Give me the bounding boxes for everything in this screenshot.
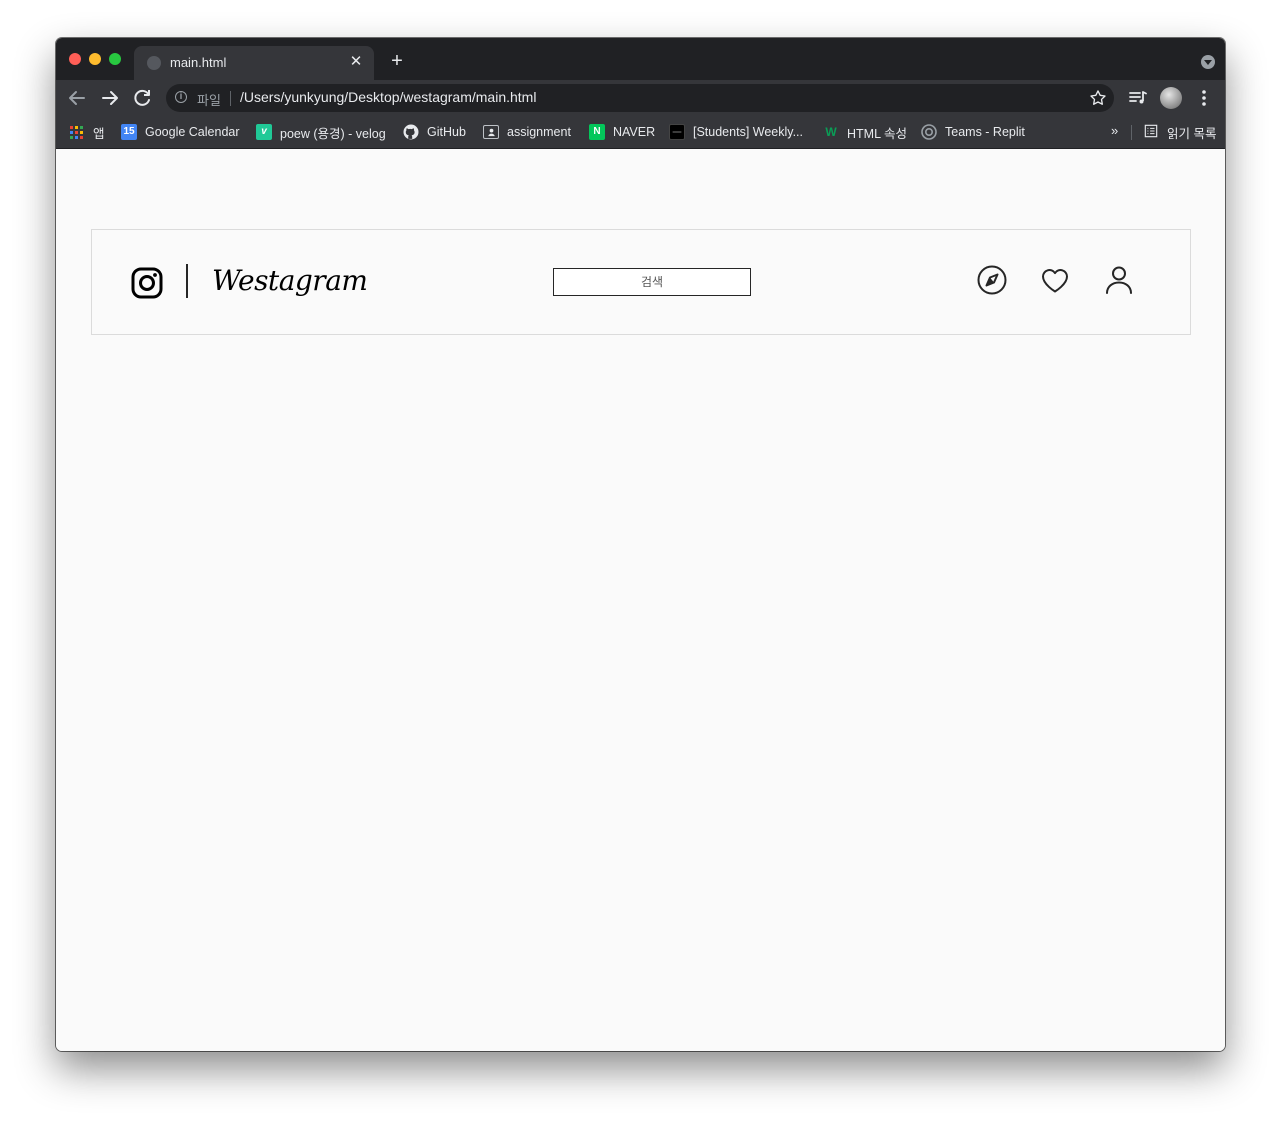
naver-icon: N [589, 124, 605, 140]
bookmark-html-attributes[interactable]: W HTML 속성 [823, 123, 907, 141]
bookmark-apps[interactable]: 앱 [70, 123, 105, 141]
info-icon[interactable]: i [175, 91, 187, 103]
bookmark-students-weekly[interactable]: [Students] Weekly... [669, 123, 803, 141]
instagram-icon[interactable] [131, 267, 163, 299]
close-tab-icon[interactable]: ✕ [346, 52, 366, 72]
calendar-icon: 15 [121, 124, 137, 140]
minimize-window-button[interactable] [89, 53, 101, 65]
bookmark-velog[interactable]: v poew (용경) - velog [256, 123, 386, 141]
playlist-icon [1129, 91, 1147, 104]
profile-avatar[interactable] [1160, 87, 1182, 109]
browser-menu-button[interactable] [1192, 86, 1216, 110]
westagram-wordmark[interactable]: Westagram [212, 264, 368, 297]
reading-list-label: 읽기 목록 [1167, 126, 1217, 141]
more-vertical-icon [1202, 90, 1206, 106]
bookmark-label: [Students] Weekly... [693, 125, 804, 139]
bookmark-label: Google Calendar [145, 125, 240, 139]
heart-icon[interactable] [1038, 263, 1072, 297]
bookmarks-overflow-button[interactable]: » [1111, 123, 1118, 138]
bookmark-assignment[interactable]: assignment [483, 123, 571, 141]
address-scheme: 파일 [197, 93, 221, 108]
close-window-button[interactable] [69, 53, 81, 65]
logo-divider [186, 264, 188, 298]
arrow-left-icon [69, 91, 85, 105]
compass-icon[interactable] [975, 263, 1009, 297]
weekly-icon [669, 124, 685, 140]
maximize-window-button[interactable] [109, 53, 121, 65]
bookmark-label: Teams - Replit [945, 125, 1025, 139]
bookmark-label: GitHub [427, 125, 466, 139]
bookmark-github[interactable]: GitHub [403, 123, 466, 141]
media-control-button[interactable] [1126, 86, 1150, 110]
reload-button[interactable] [130, 86, 154, 110]
tab-main[interactable]: main.html ✕ [134, 46, 374, 80]
address-separator [230, 91, 231, 106]
bookmarks-bar: 앱 15 Google Calendar v poew (용경) - velog… [56, 116, 1225, 149]
bookmark-label: HTML 속성 [847, 126, 908, 141]
classroom-icon [483, 125, 499, 139]
bookmarks-separator [1131, 125, 1132, 140]
apps-grid-icon [70, 125, 83, 139]
w-icon: W [825, 125, 837, 139]
tab-strip: main.html ✕ + [56, 38, 1225, 80]
bookmark-google-calendar[interactable]: 15 Google Calendar [121, 123, 240, 141]
bookmark-star-icon[interactable] [1088, 88, 1108, 108]
bookmark-label: NAVER [613, 125, 656, 139]
new-tab-button[interactable]: + [386, 50, 408, 72]
bookmark-label: poew (용경) - velog [280, 126, 386, 141]
replit-icon [921, 124, 937, 140]
address-url[interactable]: /Users/yunkyung/Desktop/westagram/main.h… [240, 89, 536, 105]
page-content: Westagram [56, 149, 1225, 1051]
user-icon[interactable] [1102, 263, 1136, 297]
bookmark-replit-teams[interactable]: Teams - Replit [921, 123, 1025, 141]
bookmark-label: assignment [507, 125, 571, 139]
back-button[interactable] [65, 86, 89, 110]
reading-list-icon [1143, 124, 1159, 140]
reading-list-button[interactable]: 읽기 목록 [1143, 123, 1216, 141]
search-input[interactable] [553, 268, 751, 296]
globe-icon [147, 56, 161, 70]
bookmark-naver[interactable]: N NAVER [589, 123, 655, 141]
arrow-right-icon [102, 91, 118, 105]
browser-window: main.html ✕ + i 파일 /Users/yunkyung/Deskt… [56, 38, 1225, 1051]
tab-search-icon[interactable] [1201, 55, 1215, 69]
github-icon [403, 124, 419, 140]
bookmark-label: 앱 [93, 126, 105, 141]
address-bar[interactable]: i 파일 /Users/yunkyung/Desktop/westagram/m… [166, 84, 1114, 112]
forward-button[interactable] [98, 86, 122, 110]
velog-icon: v [256, 124, 272, 140]
toolbar: i 파일 /Users/yunkyung/Desktop/westagram/m… [56, 80, 1225, 116]
tab-title: main.html [170, 55, 227, 70]
westagram-nav: Westagram [91, 229, 1191, 335]
reload-icon [134, 89, 150, 106]
